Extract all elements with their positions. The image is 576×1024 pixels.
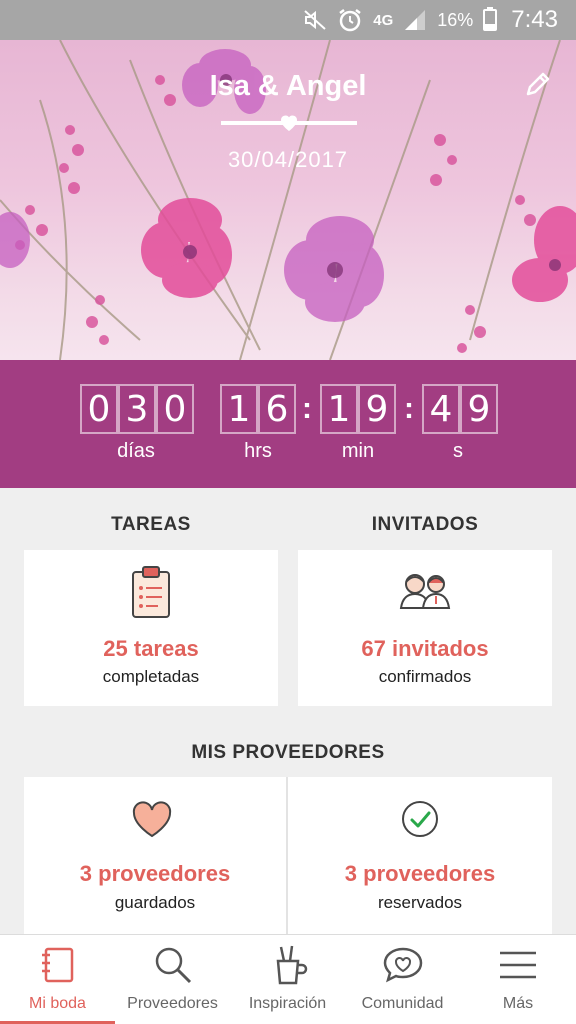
wedding-date: 30/04/2017 [227,147,349,172]
time-separator: : [302,392,312,425]
saved-vendors-count: 3 proveedores [79,861,231,886]
booked-vendors[interactable]: 3 proveedores reservados [288,777,552,935]
tasks-count: 25 tareas [103,636,199,661]
nav-comunidad[interactable]: Comunidad [345,935,460,1024]
status-time: 7:43 [511,6,558,33]
bottom-navigation: Mi boda Proveedores Inspiración Comunida… [0,934,576,1024]
alarm-icon [337,7,363,33]
signal-icon [403,8,427,32]
hours-digit: 6 [258,384,296,434]
nav-label: Mi boda [29,995,86,1012]
days-digit: 3 [118,384,156,434]
time-separator: : [404,392,414,425]
search-icon [155,947,191,984]
couple-names: Isa & Angel [209,70,367,102]
seconds-digit: 9 [460,384,498,434]
seconds-label: s [453,440,463,462]
wedding-countdown: 0 3 0 1 6 : 1 9 : 4 9 días hrs min s [0,360,576,488]
nav-mi-boda[interactable]: Mi boda [0,935,115,1024]
saved-vendors[interactable]: 3 proveedores guardados [24,777,286,935]
guests-icon [399,574,451,609]
days-digit: 0 [156,384,194,434]
chat-heart-icon [383,947,422,983]
nav-proveedores[interactable]: Proveedores [115,935,230,1024]
tasks-title: TAREAS [111,514,191,535]
guests-sub: confirmados [378,667,472,686]
minutes-digit: 9 [358,384,396,434]
vendors-title: MIS PROVEEDORES [191,742,385,763]
battery-percent: 16% [437,9,474,30]
nav-mas[interactable]: Más [460,935,576,1024]
days-digit: 0 [80,384,118,434]
vendors-card: 3 proveedores guardados 3 proveedores re… [24,777,552,935]
hours-label: hrs [244,440,272,462]
saved-vendors-sub: guardados [114,893,196,912]
check-circle-icon [402,801,438,837]
pencil-cup-icon [276,945,307,985]
pencil-icon[interactable] [522,68,554,100]
guests-card[interactable]: 67 invitados confirmados [298,550,552,706]
nav-inspiracion[interactable]: Inspiración [230,935,345,1024]
guests-count: 67 invitados [361,636,489,661]
network-label: 4G [373,11,394,29]
mute-icon [303,8,327,32]
booked-vendors-sub: reservados [377,893,463,912]
heart-divider-icon [281,115,297,131]
menu-icon [500,951,536,979]
nav-label: Comunidad [361,995,444,1012]
wedding-header: Isa & Angel 30/04/2017 [0,40,576,360]
days-label: días [117,440,155,462]
battery-icon [483,7,498,31]
minutes-label: min [341,440,375,462]
tasks-sub: completadas [102,667,200,686]
nav-label: Proveedores [127,995,218,1012]
booked-vendors-count: 3 proveedores [344,861,496,886]
nav-label: Más [502,995,534,1012]
guests-title: INVITADOS [371,514,479,535]
status-bar: 4G 16% 7:43 [0,0,576,40]
tasks-card[interactable]: 25 tareas completadas [24,550,278,706]
minutes-digit: 1 [320,384,358,434]
notebook-icon [41,947,73,983]
heart-icon [132,801,172,838]
nav-label: Inspiración [248,995,327,1012]
clipboard-icon [132,566,170,618]
seconds-digit: 4 [422,384,460,434]
hours-digit: 1 [220,384,258,434]
